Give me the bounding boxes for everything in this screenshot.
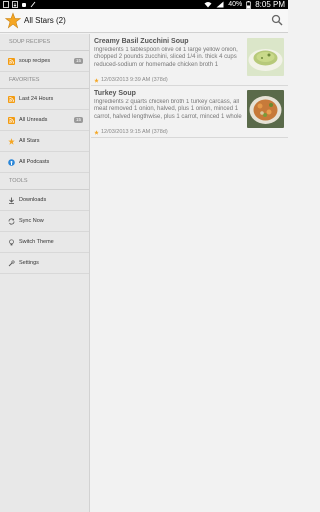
article-thumbnail bbox=[247, 38, 284, 76]
battery-percentage: 40% bbox=[228, 1, 243, 8]
section-title-soup-recipes: SOUP RECIPES bbox=[0, 34, 89, 51]
sidebar-item-switch-theme[interactable]: Switch Theme bbox=[0, 232, 89, 253]
download-icon bbox=[9, 197, 14, 204]
unread-count-badge: 15 bbox=[73, 58, 83, 64]
unread-count-badge: 15 bbox=[73, 117, 83, 123]
article-date: 12/03/2013 9:39 AM (378d) bbox=[101, 77, 168, 83]
article-snippet: Ingredients 1 tablespoon olive oil 1 lar… bbox=[94, 47, 238, 68]
article-meta: 12/03/2013 9:39 AM (378d) bbox=[94, 77, 288, 84]
sidebar-item-soup-recipes[interactable]: soup recipes 15 bbox=[0, 51, 89, 72]
article-thumbnail bbox=[247, 90, 284, 128]
rss-icon bbox=[8, 57, 15, 65]
settings-icon bbox=[8, 259, 15, 266]
sidebar-item-label: soup recipes bbox=[19, 58, 51, 64]
page-title: All Stars (2) bbox=[24, 16, 66, 25]
broom-icon bbox=[30, 1, 36, 8]
battery-icon bbox=[246, 0, 252, 9]
sidebar: SOUP RECIPES soup recipes 15 FAVORITES L… bbox=[0, 34, 90, 512]
download-notification-icon bbox=[12, 1, 18, 8]
sidebar-item-settings[interactable]: Settings bbox=[0, 253, 89, 274]
notification-icon bbox=[3, 1, 9, 8]
sidebar-item-all-unreads[interactable]: All Unreads 15 bbox=[0, 110, 89, 131]
sidebar-item-label: Sync Now bbox=[19, 218, 44, 224]
sidebar-item-all-podcasts[interactable]: All Podcasts bbox=[0, 152, 89, 173]
search-icon[interactable] bbox=[271, 14, 283, 26]
rss-icon bbox=[8, 116, 15, 124]
sync-icon bbox=[8, 217, 15, 225]
article-item[interactable]: Creamy Basil Zucchini Soup Ingredients 1… bbox=[91, 34, 288, 86]
article-date: 12/03/2013 9:15 AM (378d) bbox=[101, 129, 168, 135]
sidebar-item-label: Downloads bbox=[19, 197, 47, 203]
article-snippet: Ingredients 2 quarts chicken broth 1 tur… bbox=[94, 99, 242, 120]
sidebar-item-all-stars[interactable]: All Stars bbox=[0, 131, 89, 152]
wifi-icon bbox=[204, 2, 212, 8]
theme-icon bbox=[9, 238, 14, 245]
sidebar-item-downloads[interactable]: Downloads bbox=[0, 190, 89, 211]
status-bar: 40% 8:05 PM bbox=[0, 0, 288, 9]
sidebar-item-label: Settings bbox=[19, 260, 39, 266]
section-title-favorites: FAVORITES bbox=[0, 72, 89, 89]
action-bar: All Stars (2) bbox=[0, 9, 288, 33]
notification-icons bbox=[3, 1, 36, 8]
podcast-icon bbox=[8, 158, 15, 166]
article-meta: 12/03/2013 9:15 AM (378d) bbox=[94, 129, 288, 136]
article-list: Creamy Basil Zucchini Soup Ingredients 1… bbox=[91, 34, 288, 512]
star-icon bbox=[8, 137, 15, 145]
section-title-tools: TOOLS bbox=[0, 173, 89, 190]
android-icon bbox=[22, 3, 26, 7]
article-item[interactable]: Turkey Soup Ingredients 2 quarts chicken… bbox=[91, 86, 288, 138]
signal-icon bbox=[216, 1, 224, 8]
sidebar-item-last-24-hours[interactable]: Last 24 Hours bbox=[0, 89, 89, 110]
app-star-logo-icon[interactable] bbox=[5, 12, 21, 29]
sidebar-item-label: All Stars bbox=[19, 138, 40, 144]
starred-icon[interactable] bbox=[94, 78, 99, 83]
clock-time: 8:05 PM bbox=[255, 0, 285, 9]
sidebar-item-label: Switch Theme bbox=[19, 239, 54, 245]
sidebar-item-sync-now[interactable]: Sync Now bbox=[0, 211, 89, 232]
sidebar-item-label: All Podcasts bbox=[19, 159, 50, 165]
sidebar-item-label: All Unreads bbox=[19, 117, 48, 123]
clock-icon bbox=[8, 95, 15, 103]
sidebar-item-label: Last 24 Hours bbox=[19, 96, 54, 102]
starred-icon[interactable] bbox=[94, 130, 99, 135]
